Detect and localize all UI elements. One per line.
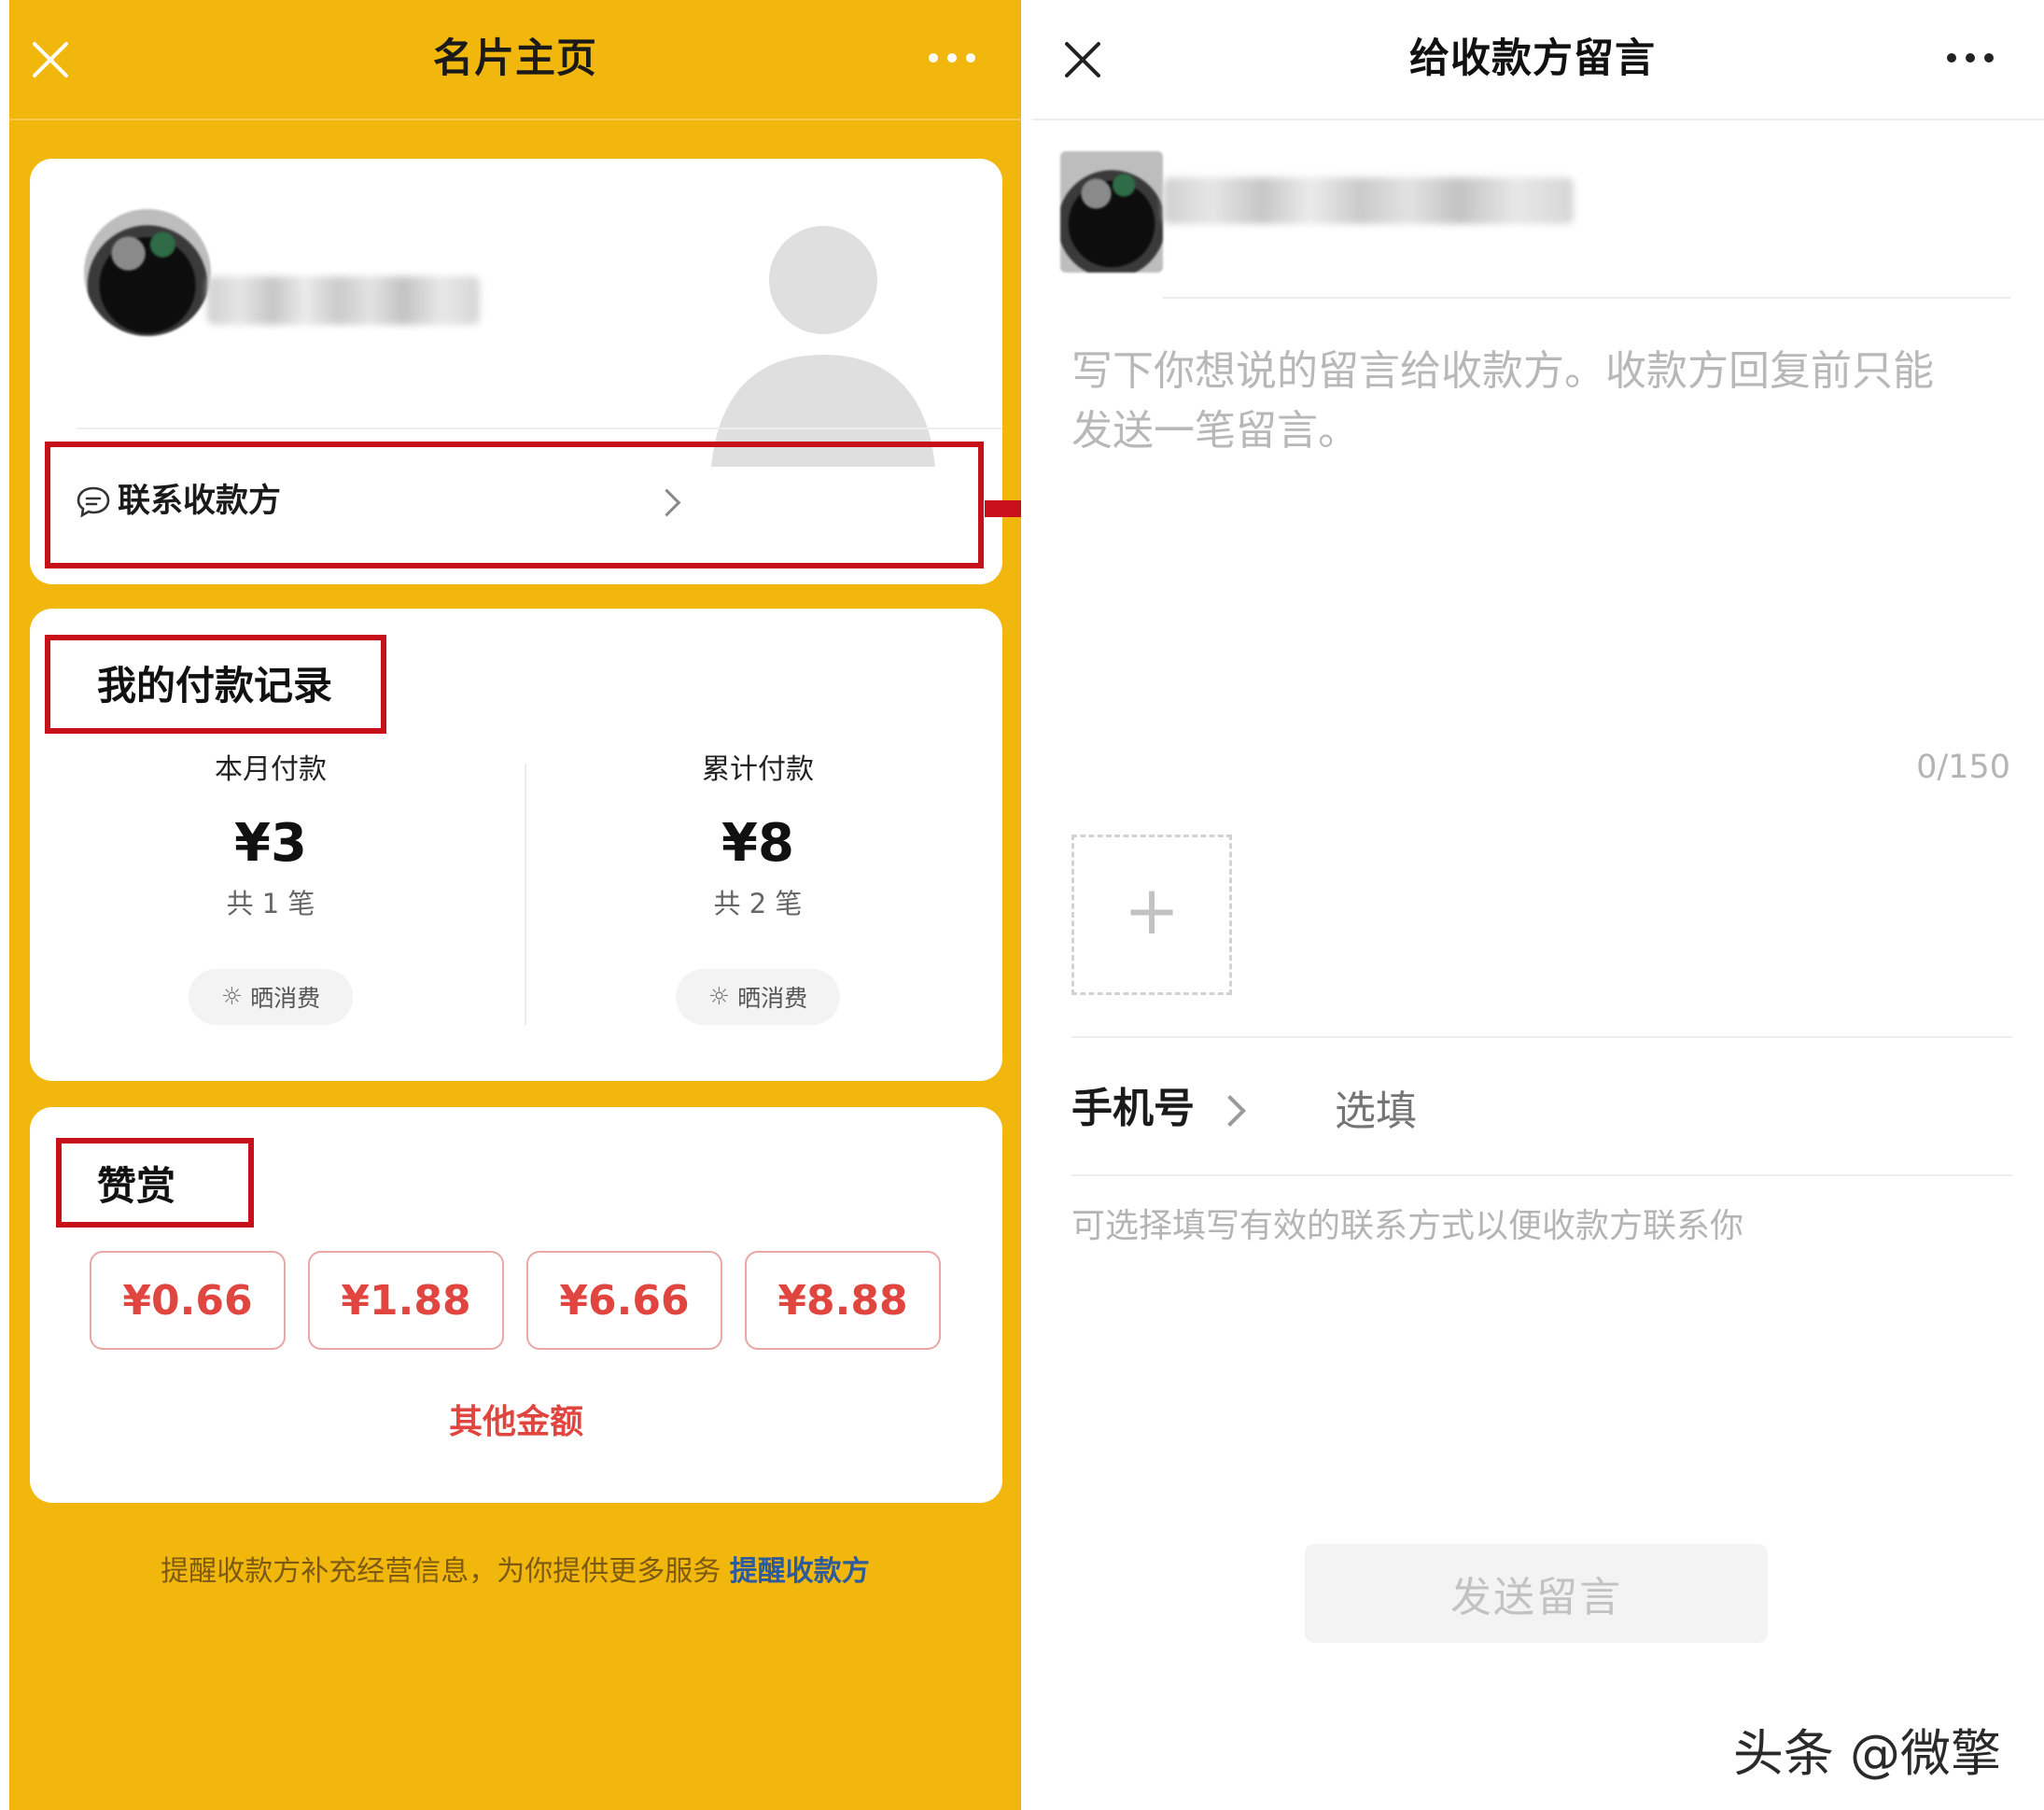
- remind-payee-link[interactable]: 提醒收款方: [730, 1555, 870, 1588]
- tip-amount-button[interactable]: ¥6.66: [526, 1251, 722, 1350]
- plus-icon: +: [1123, 871, 1181, 949]
- share-spending-button[interactable]: ☼ 晒消费: [676, 969, 840, 1025]
- footer-tip: 提醒收款方补充经营信息，为你提供更多服务 提醒收款方: [9, 1548, 1021, 1589]
- total-amount: ¥8: [721, 813, 794, 874]
- business-card-screen: 名片主页 联系收款方 我的付款记录 本月付款 ¥3 共 1 笔 ☼ 晒消费 累计…: [9, 0, 1021, 1810]
- page-title: 名片主页: [433, 35, 597, 82]
- tip-amount-button[interactable]: ¥8.88: [745, 1251, 941, 1350]
- payee-name-blurred: [207, 276, 480, 325]
- add-image-button[interactable]: +: [1071, 835, 1232, 995]
- phone-input[interactable]: [1335, 1085, 1895, 1137]
- this-month-amount: ¥3: [234, 813, 307, 874]
- sun-icon: ☼: [707, 983, 731, 1011]
- divider: [1032, 119, 2044, 120]
- send-message-button[interactable]: 发送留言: [1305, 1544, 1768, 1643]
- divider: [1071, 1036, 2012, 1038]
- total-count: 共 2 笔: [713, 888, 803, 919]
- top-bar: 给收款方留言: [1021, 0, 2044, 120]
- divider: [1163, 297, 2010, 299]
- total-label: 累计付款: [702, 753, 814, 786]
- message-textarea[interactable]: 写下你想说的留言给收款方。收款方回复前只能 发送一笔留言。: [1071, 342, 2014, 461]
- phone-label: 手机号: [1071, 1085, 1195, 1132]
- other-amount-link[interactable]: 其他金额: [30, 1395, 1002, 1443]
- tip-amount-button[interactable]: ¥1.88: [308, 1251, 504, 1350]
- watermark: 头条 @微擎: [1732, 1724, 2001, 1783]
- leave-message-screen: 给收款方留言 写下你想说的留言给收款方。收款方回复前只能 发送一笔留言。 0/1…: [1021, 0, 2044, 1810]
- footer-text: 提醒收款方补充经营信息，为你提供更多服务: [161, 1555, 721, 1588]
- payee-name-blurred: [1163, 177, 1574, 224]
- more-icon[interactable]: [1947, 52, 1994, 63]
- this-month-label: 本月付款: [215, 753, 327, 786]
- divider: [525, 764, 526, 1025]
- more-icon[interactable]: [929, 52, 975, 63]
- divider: [77, 428, 1002, 429]
- contact-hint: 可选择填写有效的联系方式以便收款方联系你: [1071, 1207, 1744, 1245]
- avatar[interactable]: [84, 209, 211, 336]
- avatar: [1060, 151, 1163, 273]
- placeholder-line: 发送一笔留言。: [1071, 407, 1359, 455]
- character-counter: 0/150: [1916, 749, 2010, 786]
- this-month-count: 共 1 笔: [226, 888, 315, 919]
- highlight-box-tip: [56, 1138, 254, 1228]
- tip-amount-button[interactable]: ¥0.66: [90, 1251, 286, 1350]
- chevron-right-icon[interactable]: [1214, 1095, 1246, 1127]
- divider: [1071, 1174, 2012, 1176]
- page-title: 给收款方留言: [1409, 35, 1656, 82]
- divider: [9, 119, 1021, 120]
- top-bar: 名片主页: [9, 0, 1021, 120]
- placeholder-line: 写下你想说的留言给收款方。收款方回复前只能: [1071, 347, 1934, 395]
- share-label: 晒消费: [250, 985, 321, 1012]
- sun-icon: ☼: [220, 983, 244, 1011]
- share-spending-button[interactable]: ☼ 晒消费: [189, 969, 353, 1025]
- share-label: 晒消费: [737, 985, 808, 1012]
- highlight-box-contact: [45, 442, 984, 568]
- highlight-box-payment-record: [45, 635, 386, 734]
